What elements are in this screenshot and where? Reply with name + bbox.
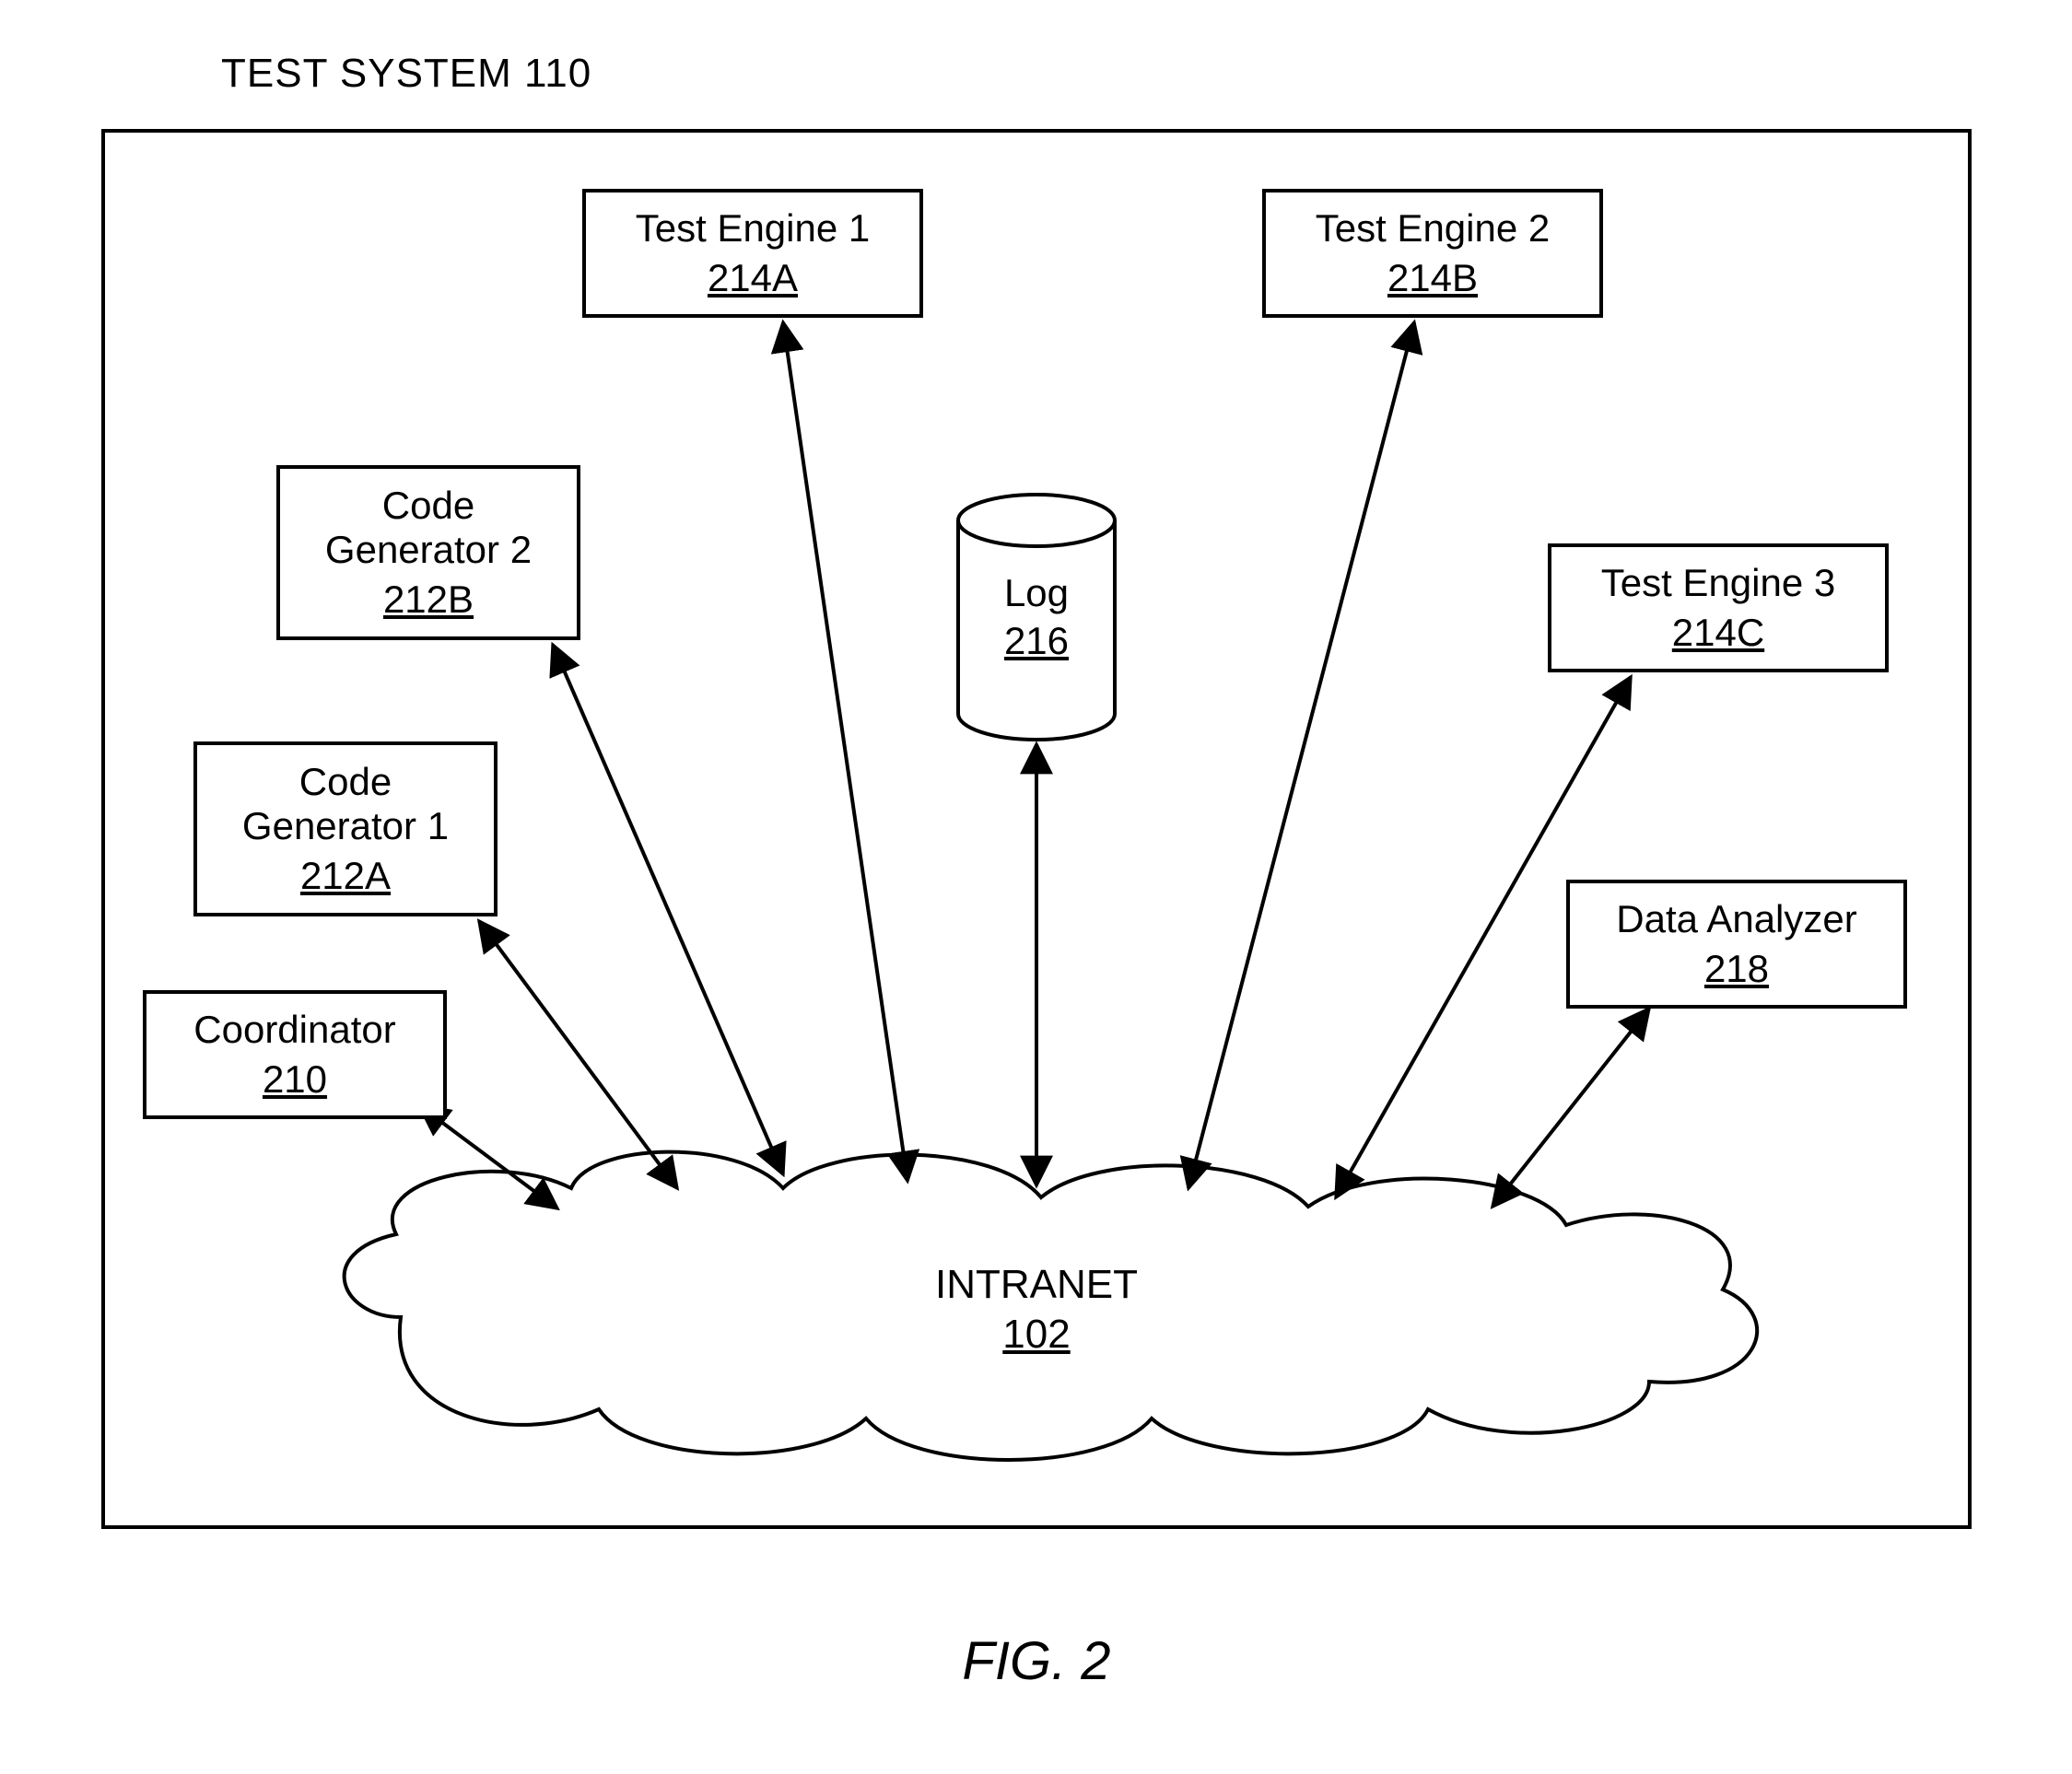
node-test-engine-1: Test Engine 1 214A bbox=[582, 189, 923, 318]
node-ref: 212B bbox=[383, 578, 474, 622]
node-ref: 212A bbox=[300, 854, 391, 898]
node-ref: 214B bbox=[1387, 256, 1478, 300]
node-label: Test Engine 1 bbox=[636, 206, 871, 251]
node-label: Data Analyzer bbox=[1616, 897, 1856, 941]
node-coordinator: Coordinator 210 bbox=[143, 990, 447, 1119]
edge-codegen2 bbox=[553, 645, 783, 1174]
node-ref: 210 bbox=[263, 1057, 327, 1102]
node-ref: 214C bbox=[1672, 611, 1764, 655]
node-test-engine-2: Test Engine 2 214B bbox=[1262, 189, 1603, 318]
node-test-engine-3: Test Engine 3 214C bbox=[1548, 543, 1889, 672]
node-code-generator-1: Code Generator 1 212A bbox=[193, 741, 498, 916]
edge-codegen1 bbox=[479, 921, 677, 1188]
intranet-text: INTRANET bbox=[935, 1262, 1138, 1307]
node-label-2: Generator 1 bbox=[242, 804, 449, 848]
edge-test1 bbox=[783, 322, 907, 1181]
edge-analyzer bbox=[1493, 1009, 1649, 1207]
intranet-ref: 102 bbox=[931, 1312, 1142, 1358]
node-label-1: Code bbox=[382, 484, 474, 528]
node-label: Coordinator bbox=[193, 1008, 395, 1052]
intranet-label: INTRANET 102 bbox=[931, 1262, 1142, 1358]
log-label-group: Log 216 bbox=[977, 571, 1096, 663]
node-label-1: Code bbox=[299, 760, 392, 804]
node-label: Test Engine 2 bbox=[1316, 206, 1551, 251]
log-ref: 216 bbox=[977, 619, 1096, 663]
log-text: Log bbox=[1004, 571, 1069, 614]
node-ref: 218 bbox=[1704, 947, 1769, 991]
node-label-2: Generator 2 bbox=[325, 528, 532, 572]
node-code-generator-2: Code Generator 2 212B bbox=[276, 465, 580, 640]
edge-test2 bbox=[1188, 322, 1414, 1188]
node-data-analyzer: Data Analyzer 218 bbox=[1566, 880, 1907, 1009]
node-ref: 214A bbox=[708, 256, 798, 300]
node-label: Test Engine 3 bbox=[1601, 561, 1836, 605]
diagram-canvas: TEST SYSTEM 110 bbox=[0, 0, 2072, 1774]
figure-caption: FIG. 2 bbox=[921, 1630, 1152, 1692]
